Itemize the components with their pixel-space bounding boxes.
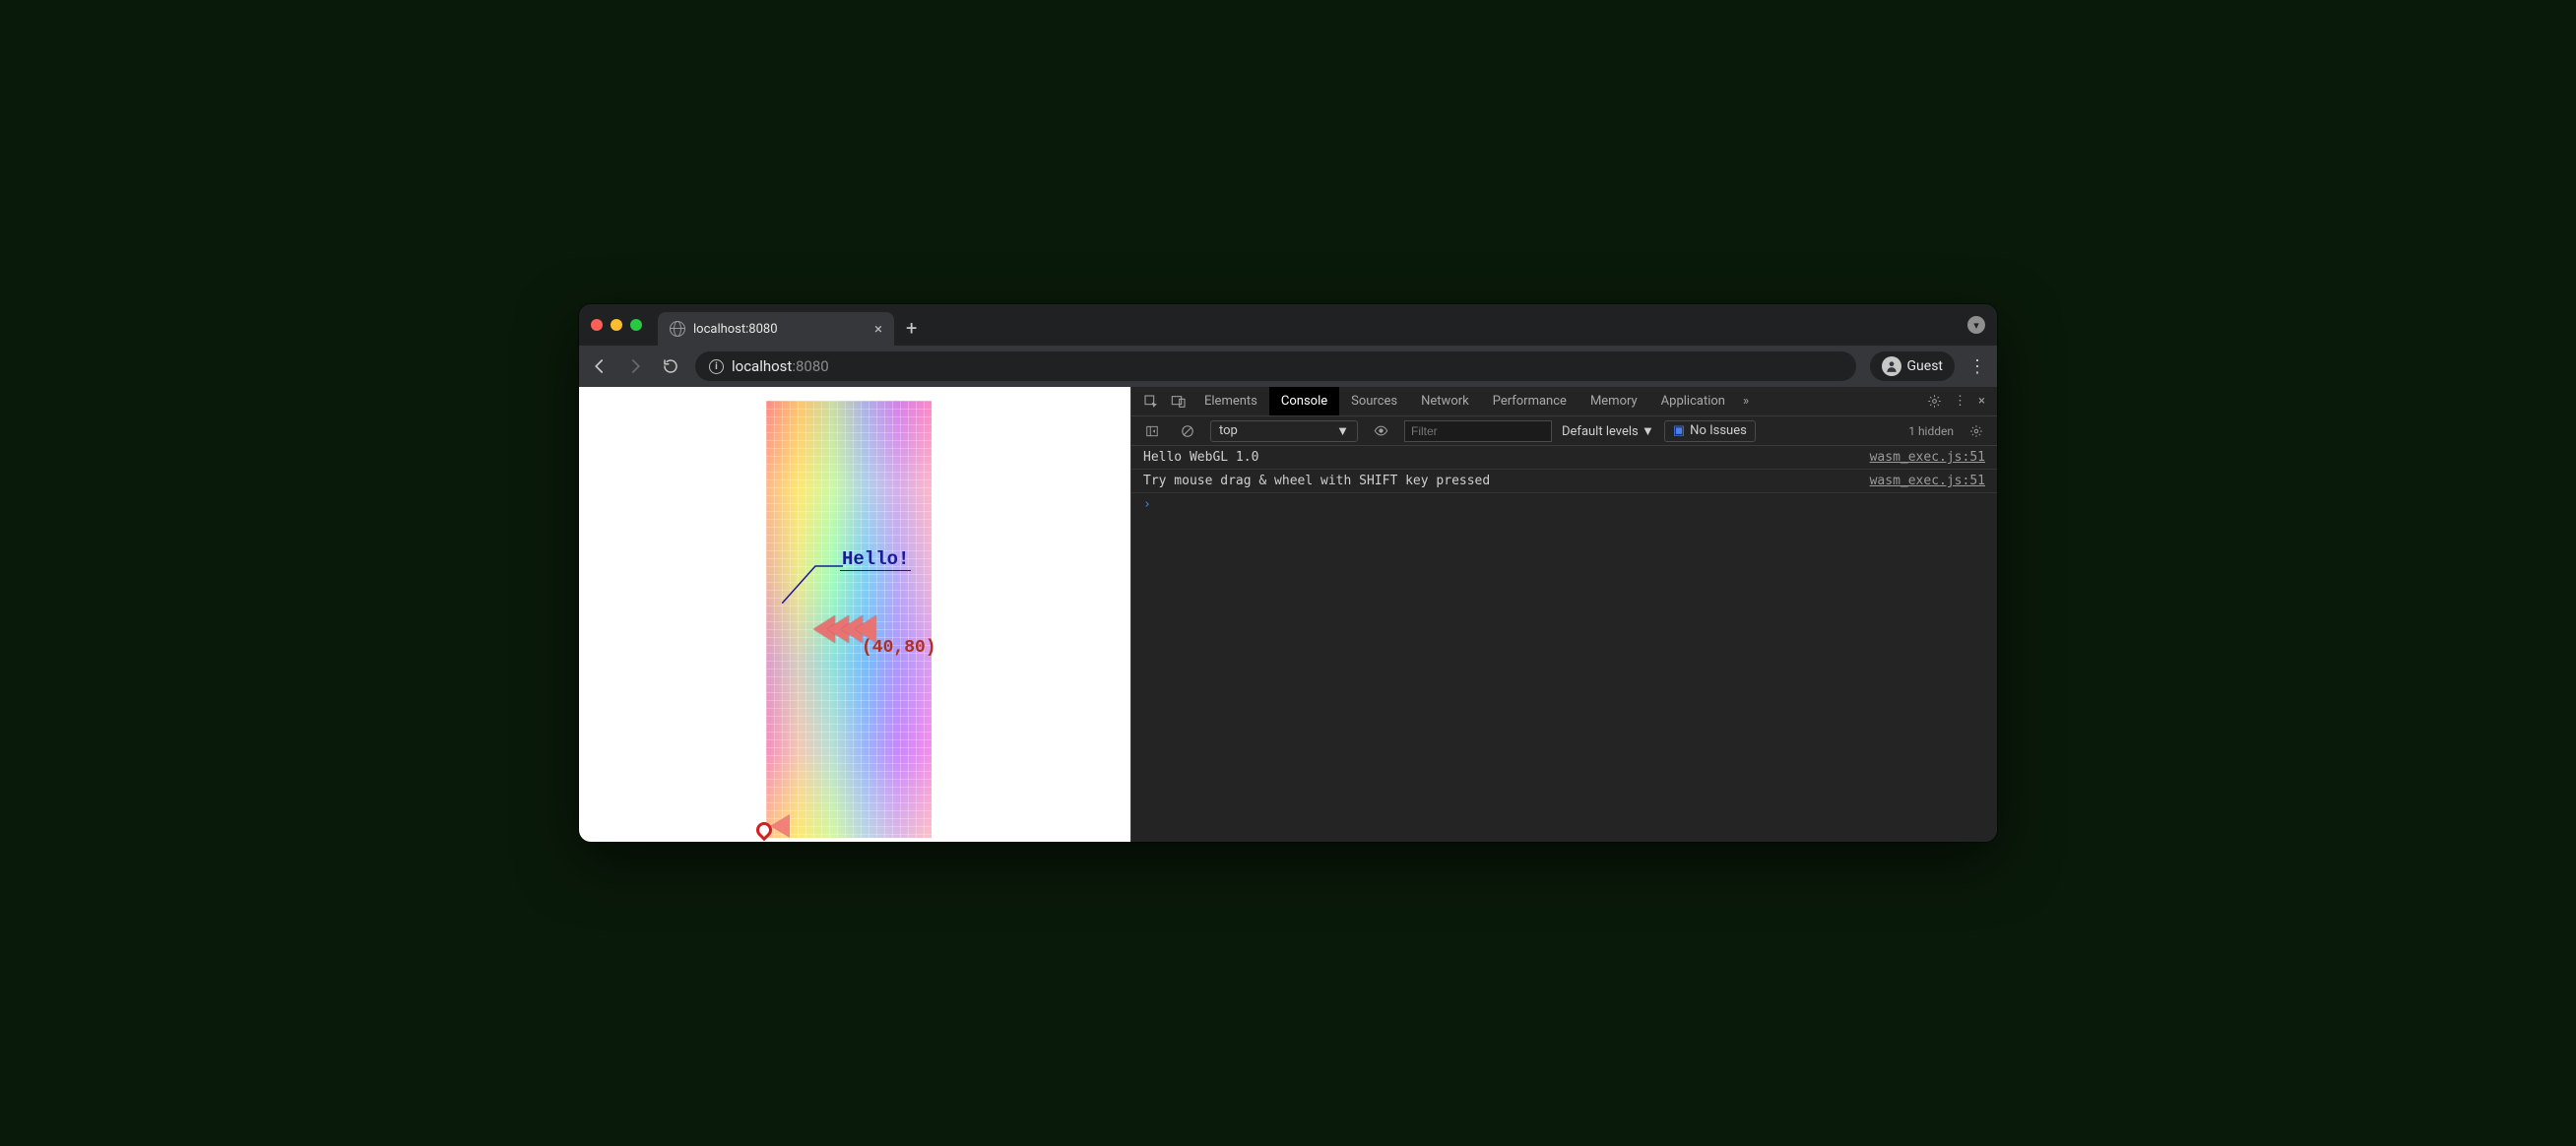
hello-label: Hello! (840, 548, 911, 571)
profile-label: Guest (1907, 358, 1943, 374)
log-message: Try mouse drag & wheel with SHIFT key pr… (1143, 474, 1490, 488)
globe-icon (670, 321, 685, 337)
clear-console-icon[interactable] (1175, 424, 1200, 438)
triangle-icon (770, 814, 790, 838)
url-port: :8080 (792, 357, 828, 375)
reload-button[interactable] (660, 357, 681, 375)
minimize-window-button[interactable] (611, 319, 622, 331)
inspect-element-icon[interactable] (1137, 394, 1165, 410)
tab-memory[interactable]: Memory (1578, 387, 1649, 415)
console-log: Hello WebGL 1.0 wasm_exec.js:51 Try mous… (1131, 446, 1997, 516)
avatar-icon (1882, 356, 1901, 376)
devtools-menu-icon[interactable]: ⋮ (1948, 394, 1972, 409)
origin-marker (756, 814, 790, 838)
log-entry[interactable]: Hello WebGL 1.0 wasm_exec.js:51 (1131, 446, 1997, 470)
close-tab-button[interactable]: × (874, 320, 882, 338)
tab-sources[interactable]: Sources (1339, 387, 1409, 415)
tab-network[interactable]: Network (1409, 387, 1481, 415)
fullscreen-window-button[interactable] (630, 319, 642, 331)
more-tabs-icon[interactable]: » (1737, 394, 1755, 409)
forward-button[interactable] (624, 357, 646, 375)
device-toolbar-icon[interactable] (1165, 394, 1192, 410)
issues-icon: ▣ (1673, 423, 1685, 438)
site-info-icon[interactable]: i (709, 359, 724, 374)
titlebar: localhost:8080 × + ▾ (579, 304, 1997, 346)
log-message: Hello WebGL 1.0 (1143, 450, 1258, 465)
scope-label: top (1219, 423, 1238, 438)
new-tab-button[interactable]: + (906, 316, 917, 340)
log-source-link[interactable]: wasm_exec.js:51 (1870, 474, 1985, 488)
log-levels-selector[interactable]: Default levels ▼ (1562, 423, 1654, 439)
marker-triangles (813, 615, 869, 643)
tab-title: localhost:8080 (693, 322, 778, 337)
console-filter-input[interactable] (1404, 420, 1552, 442)
settings-icon[interactable] (1921, 394, 1948, 409)
browser-menu-button[interactable]: ⋮ (1968, 364, 1987, 369)
page-viewport[interactable]: Hello! (40,80) (579, 387, 1130, 842)
close-window-button[interactable] (591, 319, 603, 331)
console-toolbar: top ▼ Default levels ▼ ▣ No Issues 1 hid… (1131, 416, 1997, 446)
content-split: Hello! (40,80) Elements (579, 387, 1997, 842)
profile-chip[interactable]: Guest (1870, 351, 1955, 381)
address-bar[interactable]: i localhost:8080 (695, 351, 1856, 381)
coord-label: (40,80) (862, 638, 936, 658)
browser-window: localhost:8080 × + ▾ i localhost:8080 Gu… (579, 304, 1997, 842)
devtools-panel: Elements Console Sources Network Perform… (1130, 387, 1997, 842)
execution-context-selector[interactable]: top ▼ (1210, 420, 1358, 442)
tabstrip-menu-button[interactable]: ▾ (1967, 316, 1985, 334)
show-sidebar-icon[interactable] (1139, 424, 1165, 438)
console-settings-icon[interactable] (1964, 424, 1989, 438)
back-button[interactable] (589, 357, 611, 375)
window-controls (591, 319, 642, 331)
console-prompt[interactable]: › (1131, 493, 1997, 516)
chevron-down-icon: ▼ (1336, 423, 1349, 439)
browser-tab[interactable]: localhost:8080 × (658, 312, 894, 346)
url-host: localhost (732, 357, 792, 375)
close-devtools-button[interactable]: × (1972, 394, 1991, 409)
tab-performance[interactable]: Performance (1481, 387, 1578, 415)
hidden-count[interactable]: 1 hidden (1908, 424, 1954, 438)
tab-application[interactable]: Application (1649, 387, 1737, 415)
toolbar: i localhost:8080 Guest ⋮ (579, 346, 1997, 387)
tab-console[interactable]: Console (1269, 387, 1339, 415)
live-expression-icon[interactable] (1368, 423, 1394, 438)
log-source-link[interactable]: wasm_exec.js:51 (1870, 450, 1985, 465)
devtools-tabstrip: Elements Console Sources Network Perform… (1131, 387, 1997, 416)
issues-chip[interactable]: ▣ No Issues (1664, 420, 1756, 442)
log-entry[interactable]: Try mouse drag & wheel with SHIFT key pr… (1131, 470, 1997, 493)
tab-elements[interactable]: Elements (1192, 387, 1269, 415)
